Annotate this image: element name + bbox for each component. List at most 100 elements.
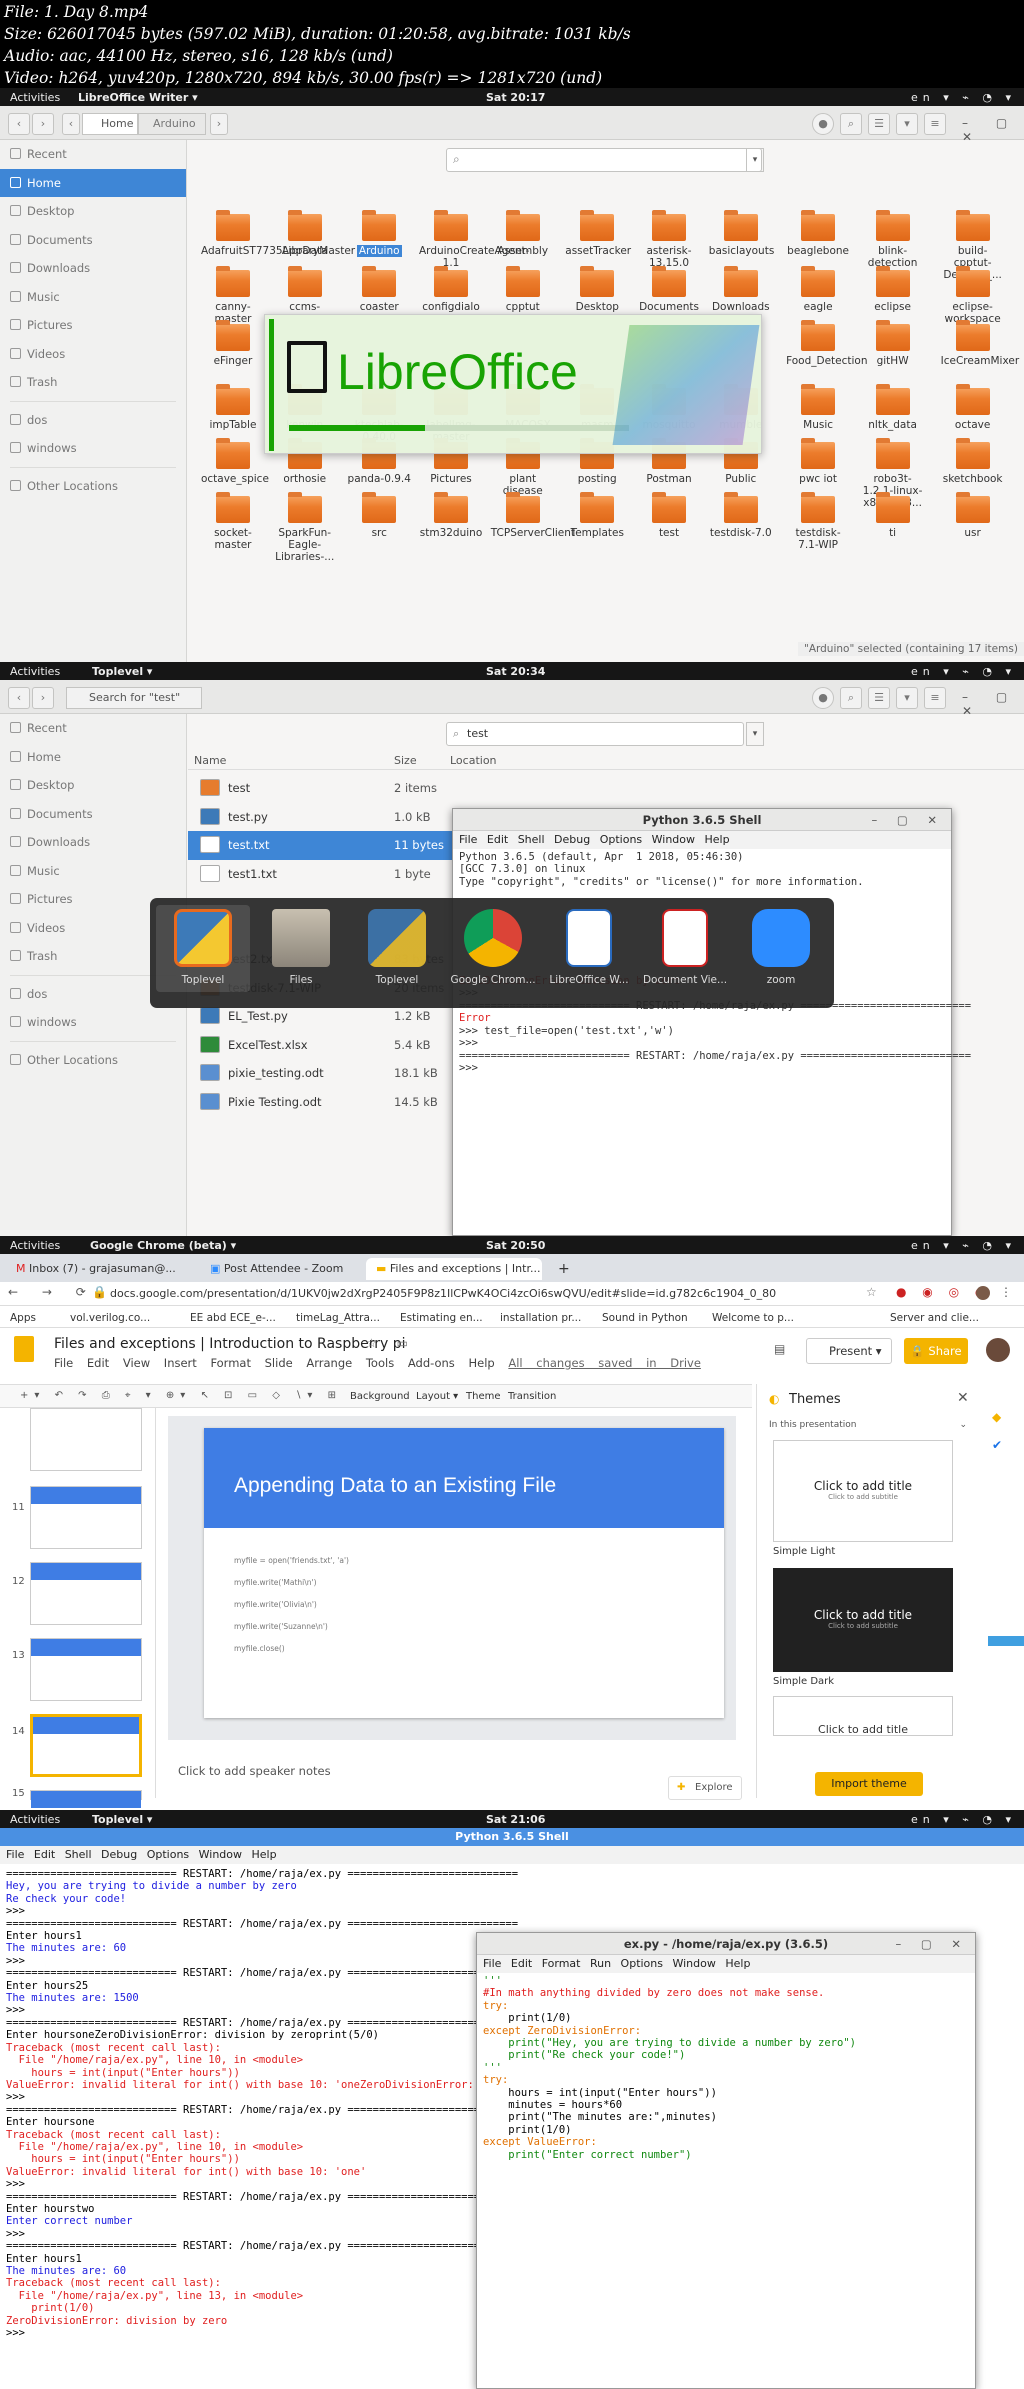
- theme-simple-light[interactable]: Click to add title Click to add subtitle: [773, 1440, 953, 1542]
- folder-item[interactable]: asterisk-13.15.0: [637, 210, 701, 269]
- switcher-zoom[interactable]: zoom: [734, 909, 828, 986]
- sidebar-pictures[interactable]: Pictures: [0, 311, 186, 340]
- sidebar-home[interactable]: Home: [0, 168, 186, 197]
- view-options-icon[interactable]: ▾: [896, 113, 918, 135]
- activities-button[interactable]: Activities: [10, 91, 60, 104]
- result-row[interactable]: test1.txt 1 byte: [188, 860, 490, 889]
- view-options-icon[interactable]: ▾: [896, 687, 918, 709]
- switcher-document-viewer[interactable]: Document Vie...: [638, 909, 732, 986]
- comment-icon[interactable]: ▤: [774, 1342, 785, 1356]
- slide-thumb-12[interactable]: [30, 1562, 142, 1625]
- folder-item[interactable]: ti: [861, 492, 925, 539]
- toolbar-background[interactable]: Background: [350, 1391, 410, 1402]
- sidebar-trash[interactable]: Trash: [0, 368, 186, 397]
- folder-item[interactable]: beaglebone: [786, 210, 850, 257]
- folder-item[interactable]: coaster: [347, 266, 411, 313]
- result-row[interactable]: pixie_testing.odt 18.1 kB: [188, 1059, 490, 1088]
- list-view-icon[interactable]: ☰: [868, 687, 890, 709]
- avatar[interactable]: [976, 1286, 990, 1300]
- bookmark[interactable]: Estimating en...: [400, 1312, 483, 1324]
- app-menu[interactable]: Toplevel ▾: [92, 1813, 152, 1826]
- close-icon[interactable]: ✕: [957, 1390, 969, 1406]
- location-icon[interactable]: ●: [812, 687, 834, 709]
- slide-code-block[interactable]: myfile = open('friends.txt', 'a') myfile…: [234, 1550, 349, 1660]
- search-options-icon[interactable]: ▾: [746, 148, 764, 172]
- editor-code[interactable]: ''' #In math anything divided by zero doe…: [477, 1973, 975, 2163]
- folder-item[interactable]: impTable: [201, 384, 265, 431]
- bookmark[interactable]: Welcome to p...: [712, 1312, 794, 1324]
- sidebar-other-locations[interactable]: Other Locations: [0, 472, 186, 501]
- folder-item[interactable]: eFinger: [201, 320, 265, 367]
- sidebar-recent[interactable]: Recent: [0, 140, 186, 169]
- bookmark[interactable]: EE abd ECE_e-...: [190, 1312, 276, 1324]
- folder-item[interactable]: IceCreamMixer: [941, 320, 1019, 367]
- window-controls[interactable]: – ▢ ✕: [895, 1933, 969, 1955]
- lang-indicator[interactable]: en ▾: [911, 91, 954, 104]
- folder-item[interactable]: socket-master: [201, 492, 265, 551]
- switcher-libreoffice[interactable]: LibreOffice W...: [542, 909, 636, 986]
- folder-item[interactable]: octave: [941, 384, 1005, 431]
- col-location[interactable]: Location: [450, 752, 497, 770]
- forward-button[interactable]: ›: [32, 687, 54, 709]
- folder-item[interactable]: eclipse-workspace: [941, 266, 1005, 325]
- lang-indicator[interactable]: en ▾: [911, 1239, 954, 1252]
- back-button[interactable]: ‹: [8, 113, 30, 135]
- slide-thumb-14[interactable]: [30, 1714, 142, 1777]
- forward-button[interactable]: ›: [32, 113, 54, 135]
- folder-item[interactable]: Food_Detection: [786, 320, 868, 367]
- sidebar-windows[interactable]: windows: [0, 434, 186, 463]
- sidebar-documents[interactable]: Documents: [0, 226, 186, 255]
- toolbar-theme[interactable]: Theme: [466, 1391, 501, 1402]
- folder-item[interactable]: Music: [786, 384, 850, 431]
- activities-button[interactable]: Activities: [10, 665, 60, 678]
- folder-item[interactable]: configdialo: [419, 266, 483, 313]
- folder-item[interactable]: eclipse: [861, 266, 925, 313]
- app-menu[interactable]: LibreOffice Writer ▾: [78, 91, 198, 104]
- switcher-chrome[interactable]: Google Chrom...: [446, 909, 540, 986]
- list-view-icon[interactable]: ☰: [868, 113, 890, 135]
- search-input[interactable]: ⌕ test: [446, 722, 744, 746]
- menu-icon[interactable]: ≡: [924, 687, 946, 709]
- path-home[interactable]: Home: [82, 113, 138, 135]
- switcher-toplevel[interactable]: Toplevel: [156, 905, 250, 992]
- folder-item[interactable]: AppData: [273, 210, 337, 257]
- sidebar-home[interactable]: Home: [0, 743, 186, 772]
- toolbar-icons[interactable]: +▾ ↶ ↷ ⎙ ⌖ ▾ ⊕▾ ↖ ⊡ ▭ ◇ ∖▾ ⊞: [20, 1390, 342, 1401]
- bookmark[interactable]: timeLag_Attra...: [296, 1312, 380, 1324]
- location-icon[interactable]: ●: [812, 113, 834, 135]
- activities-button[interactable]: Activities: [10, 1239, 60, 1252]
- theme-next[interactable]: Click to add title: [773, 1696, 953, 1736]
- tasks-icon[interactable]: ✔: [992, 1438, 1010, 1452]
- star-icon[interactable]: ☆: [866, 1285, 877, 1299]
- col-size[interactable]: Size: [394, 752, 417, 770]
- slide-title[interactable]: Appending Data to an Existing File: [234, 1474, 556, 1498]
- folder-item[interactable]: ccms-: [273, 266, 337, 313]
- folder-item[interactable]: testdisk-7.0: [709, 492, 773, 539]
- result-row[interactable]: ExcelTest.xlsx 5.4 kB: [188, 1031, 490, 1060]
- folder-item[interactable]: test: [637, 492, 701, 539]
- clock[interactable]: Sat 21:06: [486, 1813, 545, 1826]
- result-row[interactable]: Pixie Testing.odt 14.5 kB: [188, 1088, 490, 1117]
- slide-thumb-15[interactable]: [30, 1790, 142, 1808]
- path-left-icon[interactable]: ‹: [62, 113, 80, 135]
- folder-item[interactable]: Arduino: [347, 210, 411, 257]
- slide-thumb-11[interactable]: [30, 1486, 142, 1549]
- path-right-icon[interactable]: ›: [210, 113, 228, 135]
- tab-gmail[interactable]: M Inbox (7) - grajasuman@...: [6, 1258, 198, 1280]
- back-button[interactable]: ‹: [8, 687, 30, 709]
- new-tab-button[interactable]: +: [548, 1258, 572, 1280]
- menu-icon[interactable]: ⋮: [1000, 1285, 1012, 1299]
- saved-status[interactable]: All changes saved in Drive: [508, 1356, 701, 1370]
- folder-item[interactable]: eagle: [786, 266, 850, 313]
- avatar[interactable]: [986, 1338, 1010, 1362]
- keep-icon[interactable]: ◆: [992, 1410, 1010, 1424]
- folder-item[interactable]: TCPServerClient: [491, 492, 575, 539]
- result-row[interactable]: test.py 1.0 kB: [188, 803, 490, 832]
- system-tray[interactable]: en ▾ ⌁ ◔ ▾: [911, 665, 1016, 678]
- window-controls[interactable]: – ▢ ✕: [962, 690, 1024, 718]
- import-theme-button[interactable]: Import theme: [815, 1772, 923, 1796]
- slide-thumb-13[interactable]: [30, 1638, 142, 1701]
- switcher-files[interactable]: Files: [254, 909, 348, 986]
- app-menu[interactable]: Google Chrome (beta) ▾: [90, 1239, 236, 1252]
- share-button[interactable]: 🔒 Share: [904, 1338, 968, 1364]
